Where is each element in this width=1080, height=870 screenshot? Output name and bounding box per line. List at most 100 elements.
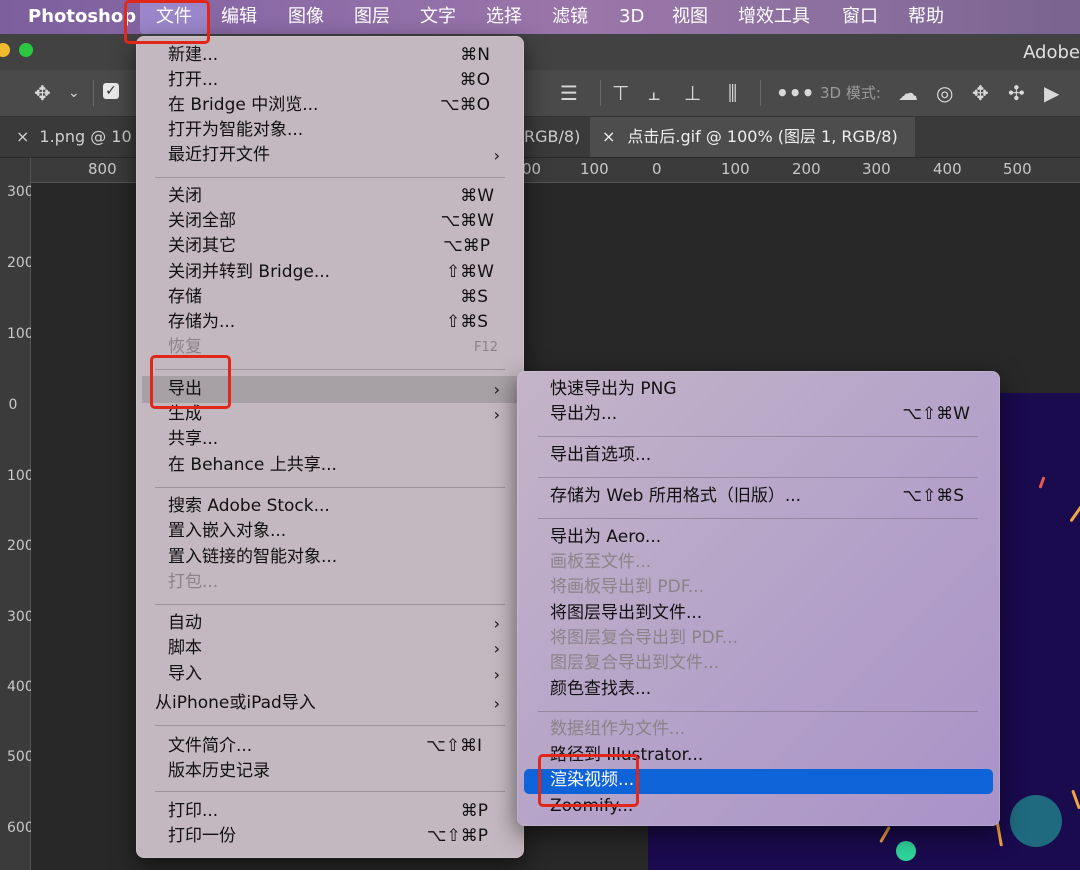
menu-select[interactable]: 选择: [486, 0, 522, 34]
menu-item-file-info[interactable]: 文件简介... ⌥⇧⌘I: [168, 734, 482, 759]
menu-item-print-one[interactable]: 打印一份 ⌥⇧⌘P: [168, 824, 488, 849]
menu-item-export-as[interactable]: 导出为... ⌥⇧⌘W: [550, 402, 970, 427]
doc-tab-active[interactable]: × 点击后.gif @ 100% (图层 1, RGB/8): [590, 117, 915, 157]
menu-item-open-smart-object[interactable]: 打开为智能对象...: [168, 118, 490, 143]
menu-filter[interactable]: 滤镜: [552, 0, 588, 34]
menu-item-label: 置入嵌入对象...: [168, 521, 287, 541]
menu-item-generate[interactable]: 生成 ›: [168, 402, 500, 427]
menu-item-label: 关闭其它: [168, 236, 236, 256]
menu-item-shortcut: ⇧⌘W: [445, 262, 494, 282]
menu-item-automate[interactable]: 自动 ›: [168, 611, 500, 636]
menu-item-label: 快速导出为 PNG: [550, 379, 677, 399]
menu-item-layer-comps-to-pdf: 将图层复合导出到 PDF...: [550, 626, 970, 651]
menu-item-label: 在 Behance 上共享...: [168, 455, 337, 475]
menu-item-label: 导出: [168, 379, 202, 399]
menu-item-render-video[interactable]: 渲染视频...: [550, 768, 970, 793]
menu-separator: [155, 604, 505, 605]
align-center-icon[interactable]: ☰: [560, 80, 578, 106]
menu-item-label: 导出为 Aero...: [550, 527, 662, 547]
align-top-icon[interactable]: ⊤: [612, 80, 629, 106]
menu-item-label: 从iPhone或iPad导入: [155, 693, 316, 713]
more-options-icon[interactable]: •••: [776, 80, 814, 106]
menu-item-label: 置入链接的智能对象...: [168, 547, 338, 567]
doc-tab-1png[interactable]: × 1.png @ 10: [0, 117, 136, 157]
menu-item-paths-to-illustrator[interactable]: 路径到 Illustrator...: [550, 743, 970, 768]
menu-item-close-all[interactable]: 关闭全部 ⌥⌘W: [168, 209, 494, 234]
menu-item-export-aero[interactable]: 导出为 Aero...: [550, 525, 970, 550]
menu-view[interactable]: 视图: [672, 0, 708, 34]
menu-item-scripts[interactable]: 脚本 ›: [168, 636, 500, 661]
menu-item-save-for-web[interactable]: 存储为 Web 所用格式（旧版）... ⌥⇧⌘S: [550, 484, 964, 509]
ruler-tick: 500: [1003, 160, 1032, 178]
zoom-button[interactable]: [19, 43, 33, 57]
menu-item-zoomify[interactable]: Zoomify...: [550, 794, 970, 819]
menu-item-open[interactable]: 打开... ⌘O: [168, 68, 490, 93]
app-menu-photoshop[interactable]: Photoshop: [28, 0, 136, 34]
menu-item-shortcut: ⌘S: [460, 287, 488, 307]
confetti-shape: [879, 825, 891, 844]
menu-item-label: 打包...: [168, 572, 219, 592]
chevron-right-icon: ›: [493, 694, 500, 713]
menu-item-print[interactable]: 打印... ⌘P: [168, 799, 488, 824]
menu-separator: [538, 518, 978, 519]
menu-item-color-lookup-tables[interactable]: 颜色查找表...: [550, 677, 970, 702]
menu-image[interactable]: 图像: [288, 0, 324, 34]
chevron-right-icon: ›: [493, 405, 500, 424]
menu-item-label: 导出首选项...: [550, 445, 652, 465]
menu-window[interactable]: 窗口: [842, 0, 878, 34]
doc-tab-hidden[interactable]: RGB/8): [524, 117, 580, 157]
menu-item-save-as[interactable]: 存储为... ⇧⌘S: [168, 310, 488, 335]
menu-edit[interactable]: 编辑: [221, 0, 257, 34]
ruler-tick: 100: [7, 469, 34, 483]
menu-item-share-behance[interactable]: 在 Behance 上共享...: [168, 453, 490, 478]
menu-item-place-linked[interactable]: 置入链接的智能对象...: [168, 545, 490, 570]
menu-file[interactable]: 文件: [140, 0, 208, 34]
menu-separator: [155, 369, 505, 370]
menu-item-new[interactable]: 新建... ⌘N: [168, 43, 490, 68]
menu-item-layers-to-files[interactable]: 将图层导出到文件...: [550, 601, 970, 626]
move-tool-icon[interactable]: ✥: [34, 80, 51, 106]
menu-item-import-iphone[interactable]: 从iPhone或iPad导入 ›: [155, 691, 500, 716]
menu-item-place-embedded[interactable]: 置入嵌入对象...: [168, 519, 490, 544]
3d-pan-icon[interactable]: ✥: [972, 80, 989, 106]
menu-help[interactable]: 帮助: [908, 0, 944, 34]
menu-layer[interactable]: 图层: [354, 0, 390, 34]
menu-item-close-go-bridge[interactable]: 关闭并转到 Bridge... ⇧⌘W: [168, 260, 494, 285]
menu-item-version-history[interactable]: 版本历史记录: [168, 759, 482, 784]
3d-rotate-icon[interactable]: ☁: [898, 80, 918, 106]
ruler-tick: 100: [7, 327, 34, 341]
3d-slide-icon[interactable]: ✣: [1008, 80, 1025, 106]
doc-tab-label: 1.png @ 10: [39, 127, 132, 146]
menu-type[interactable]: 文字: [420, 0, 456, 34]
menu-item-export-preferences[interactable]: 导出首选项...: [550, 443, 970, 468]
menu-item-export[interactable]: 导出 ›: [168, 377, 500, 402]
menu-item-search-stock[interactable]: 搜索 Adobe Stock...: [168, 494, 490, 519]
3d-scale-icon[interactable]: ▶: [1044, 80, 1059, 106]
3d-roll-icon[interactable]: ◎: [936, 80, 953, 106]
menu-item-label: 关闭: [168, 186, 202, 206]
ruler-tick: 300: [7, 185, 34, 199]
menu-item-quick-export-png[interactable]: 快速导出为 PNG: [550, 377, 970, 402]
menu-item-label: 存储: [168, 287, 202, 307]
menu-item-share[interactable]: 共享...: [168, 427, 490, 452]
menu-item-import[interactable]: 导入 ›: [168, 662, 500, 687]
confetti-shape: [1069, 502, 1080, 523]
auto-select-checkbox[interactable]: ✓: [103, 83, 119, 99]
close-icon[interactable]: ×: [602, 127, 615, 146]
chevron-right-icon: ›: [493, 614, 500, 633]
menu-3d[interactable]: 3D: [619, 0, 644, 34]
menu-separator: [538, 477, 978, 478]
menu-item-label: 脚本: [168, 638, 202, 658]
menu-item-recent-files[interactable]: 最近打开文件 ›: [168, 143, 500, 168]
distribute-icon[interactable]: ⫼: [728, 80, 737, 106]
align-middle-icon[interactable]: ⫠: [648, 80, 660, 106]
menu-item-browse-bridge[interactable]: 在 Bridge 中浏览... ⌥⌘O: [168, 93, 490, 118]
chevron-down-icon[interactable]: ⌄: [68, 80, 80, 106]
doc-tab-label: RGB/8): [524, 127, 581, 146]
menu-item-close-others[interactable]: 关闭其它 ⌥⌘P: [168, 234, 490, 259]
menu-item-close[interactable]: 关闭 ⌘W: [168, 184, 494, 209]
menu-item-save[interactable]: 存储 ⌘S: [168, 285, 488, 310]
align-bottom-icon[interactable]: ⊥: [684, 80, 701, 106]
close-icon[interactable]: ×: [16, 127, 29, 146]
menu-plugins[interactable]: 增效工具: [738, 0, 810, 34]
